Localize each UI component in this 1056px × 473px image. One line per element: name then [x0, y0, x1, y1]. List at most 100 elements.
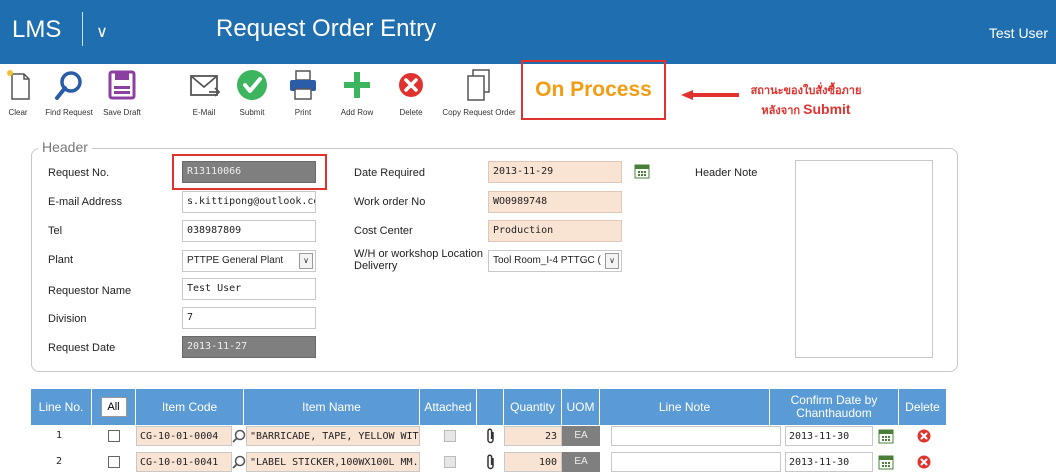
- plant-select[interactable]: PTTPE General Plant ∨: [182, 250, 316, 272]
- calendar-icon[interactable]: [634, 163, 650, 179]
- email-field[interactable]: s.kittipong@outlook.com: [182, 191, 316, 213]
- date-required-field[interactable]: 2013-11-29: [488, 161, 622, 183]
- plus-icon: [344, 72, 370, 98]
- user-name[interactable]: Test User: [989, 25, 1048, 41]
- search-icon[interactable]: [232, 429, 246, 443]
- search-icon: [55, 71, 82, 100]
- work-order-field[interactable]: WO0989748: [488, 191, 622, 213]
- add-row-label: Add Row: [340, 108, 374, 117]
- delete-button[interactable]: Delete: [393, 68, 429, 117]
- row-uom: EA: [562, 426, 600, 446]
- chevron-down-icon[interactable]: ∨: [605, 253, 619, 269]
- save-icon: [108, 70, 136, 100]
- top-bar: LMS ∨ Request Order Entry Test User: [0, 0, 1056, 64]
- header-note-textarea[interactable]: [795, 160, 933, 358]
- tel-label: Tel: [48, 225, 63, 237]
- request-no-label: Request No.: [48, 167, 110, 179]
- status-annotation-prefix: หลังจาก: [761, 105, 804, 117]
- page-title: Request Order Entry: [216, 15, 437, 42]
- clear-label: Clear: [8, 108, 28, 117]
- paperclip-icon[interactable]: [485, 454, 497, 470]
- email-label: E-Mail: [192, 108, 216, 117]
- col-attached: Attached: [420, 389, 477, 425]
- col-confirm-date: Confirm Date by Chanthaudom: [770, 389, 899, 425]
- clear-button[interactable]: Clear: [2, 68, 34, 117]
- row-attached-checkbox: [444, 430, 456, 442]
- row-uom: EA: [562, 452, 600, 472]
- row-line-no: 1: [56, 430, 63, 441]
- row-line-note[interactable]: [611, 426, 781, 446]
- request-no-highlight: [172, 154, 327, 190]
- app-menu-chevron-icon[interactable]: ∨: [90, 20, 114, 44]
- col-uom: UOM: [562, 389, 600, 425]
- col-line-no: Line No.: [31, 389, 92, 425]
- tel-field[interactable]: 038987809: [182, 220, 316, 242]
- select-all-button[interactable]: All: [100, 397, 127, 417]
- status-text: On Process: [535, 78, 652, 101]
- save-draft-button[interactable]: Save Draft: [100, 68, 144, 117]
- location-label: W/H or workshop Location Deliverry: [354, 248, 483, 272]
- date-required-label: Date Required: [354, 167, 425, 179]
- copy-icon: [467, 69, 490, 101]
- row-item-code[interactable]: CG-10-01-0041: [136, 452, 232, 472]
- col-quantity: Quantity: [504, 389, 562, 425]
- col-item-code: Item Code: [136, 389, 244, 425]
- arrow-left-icon: [681, 90, 739, 100]
- status-annotation-line2: หลังจาก Submit: [746, 100, 866, 120]
- cost-center-field[interactable]: Production: [488, 220, 622, 242]
- app-brand[interactable]: LMS: [12, 16, 61, 44]
- copy-request-order-button[interactable]: Copy Request Order: [438, 68, 520, 117]
- add-row-button[interactable]: Add Row: [337, 68, 377, 117]
- col-attach-icon: [477, 389, 504, 425]
- copy-request-order-label: Copy Request Order: [442, 108, 516, 117]
- search-icon[interactable]: [232, 455, 246, 469]
- find-request-label: Find Request: [45, 108, 93, 117]
- submit-button[interactable]: Submit: [234, 68, 270, 117]
- requestor-name-field[interactable]: Test User: [182, 278, 316, 300]
- email-button[interactable]: E-Mail: [186, 68, 222, 117]
- header-legend: Header: [38, 139, 92, 155]
- row-quantity[interactable]: 100: [504, 452, 562, 472]
- row-item-code[interactable]: CG-10-01-0004: [136, 426, 232, 446]
- printer-icon: [290, 70, 316, 100]
- status-annotation-strong: Submit: [803, 101, 851, 117]
- status-annotation: สถานะของใบสั่งซื้อภาย หลังจาก Submit: [746, 82, 866, 120]
- calendar-icon[interactable]: [878, 428, 894, 444]
- delete-row-icon[interactable]: [917, 429, 931, 443]
- print-label: Print: [294, 108, 312, 117]
- row-quantity[interactable]: 23: [504, 426, 562, 446]
- delete-label: Delete: [399, 108, 423, 117]
- row-item-name[interactable]: "LABEL STICKER,100WX100L MM./ID: [246, 452, 420, 472]
- check-icon: [237, 70, 267, 100]
- mail-icon: [190, 75, 221, 97]
- header-note-label: Header Note: [695, 167, 758, 179]
- save-draft-label: Save Draft: [103, 108, 141, 117]
- row-confirm-date[interactable]: 2013-11-30: [785, 452, 873, 472]
- email-address-label: E-mail Address: [48, 196, 122, 208]
- status-badge: On Process: [521, 60, 666, 120]
- brand-divider: [82, 12, 83, 46]
- location-select[interactable]: Tool Room_I-4 PTTGC ( ∨: [488, 250, 622, 272]
- table-row: 1 CG-10-01-0004 "BARRICADE, TAPE, YELLOW…: [31, 426, 947, 446]
- col-line-note: Line Note: [600, 389, 770, 425]
- calendar-icon[interactable]: [878, 454, 894, 470]
- row-attached-checkbox: [444, 456, 456, 468]
- division-field[interactable]: 7: [182, 307, 316, 329]
- print-button[interactable]: Print: [285, 68, 321, 117]
- paperclip-icon[interactable]: [485, 428, 497, 444]
- row-line-note[interactable]: [611, 452, 781, 472]
- find-request-button[interactable]: Find Request: [40, 68, 98, 117]
- row-item-name[interactable]: "BARRICADE, TAPE, YELLOW WITH: [246, 426, 420, 446]
- clear-icon: [7, 70, 30, 100]
- col-confirm-date-line2: Chanthaudom: [796, 406, 872, 420]
- submit-label: Submit: [239, 108, 265, 117]
- row-checkbox[interactable]: [108, 430, 120, 442]
- delete-row-icon[interactable]: [917, 455, 931, 469]
- location-value: Tool Room_I-4 PTTGC (: [493, 255, 601, 266]
- row-checkbox[interactable]: [108, 456, 120, 468]
- chevron-down-icon[interactable]: ∨: [299, 253, 313, 269]
- col-item-name: Item Name: [244, 389, 420, 425]
- row-confirm-date[interactable]: 2013-11-30: [785, 426, 873, 446]
- plant-value: PTTPE General Plant: [187, 255, 284, 266]
- requestor-name-label: Requestor Name: [48, 285, 132, 297]
